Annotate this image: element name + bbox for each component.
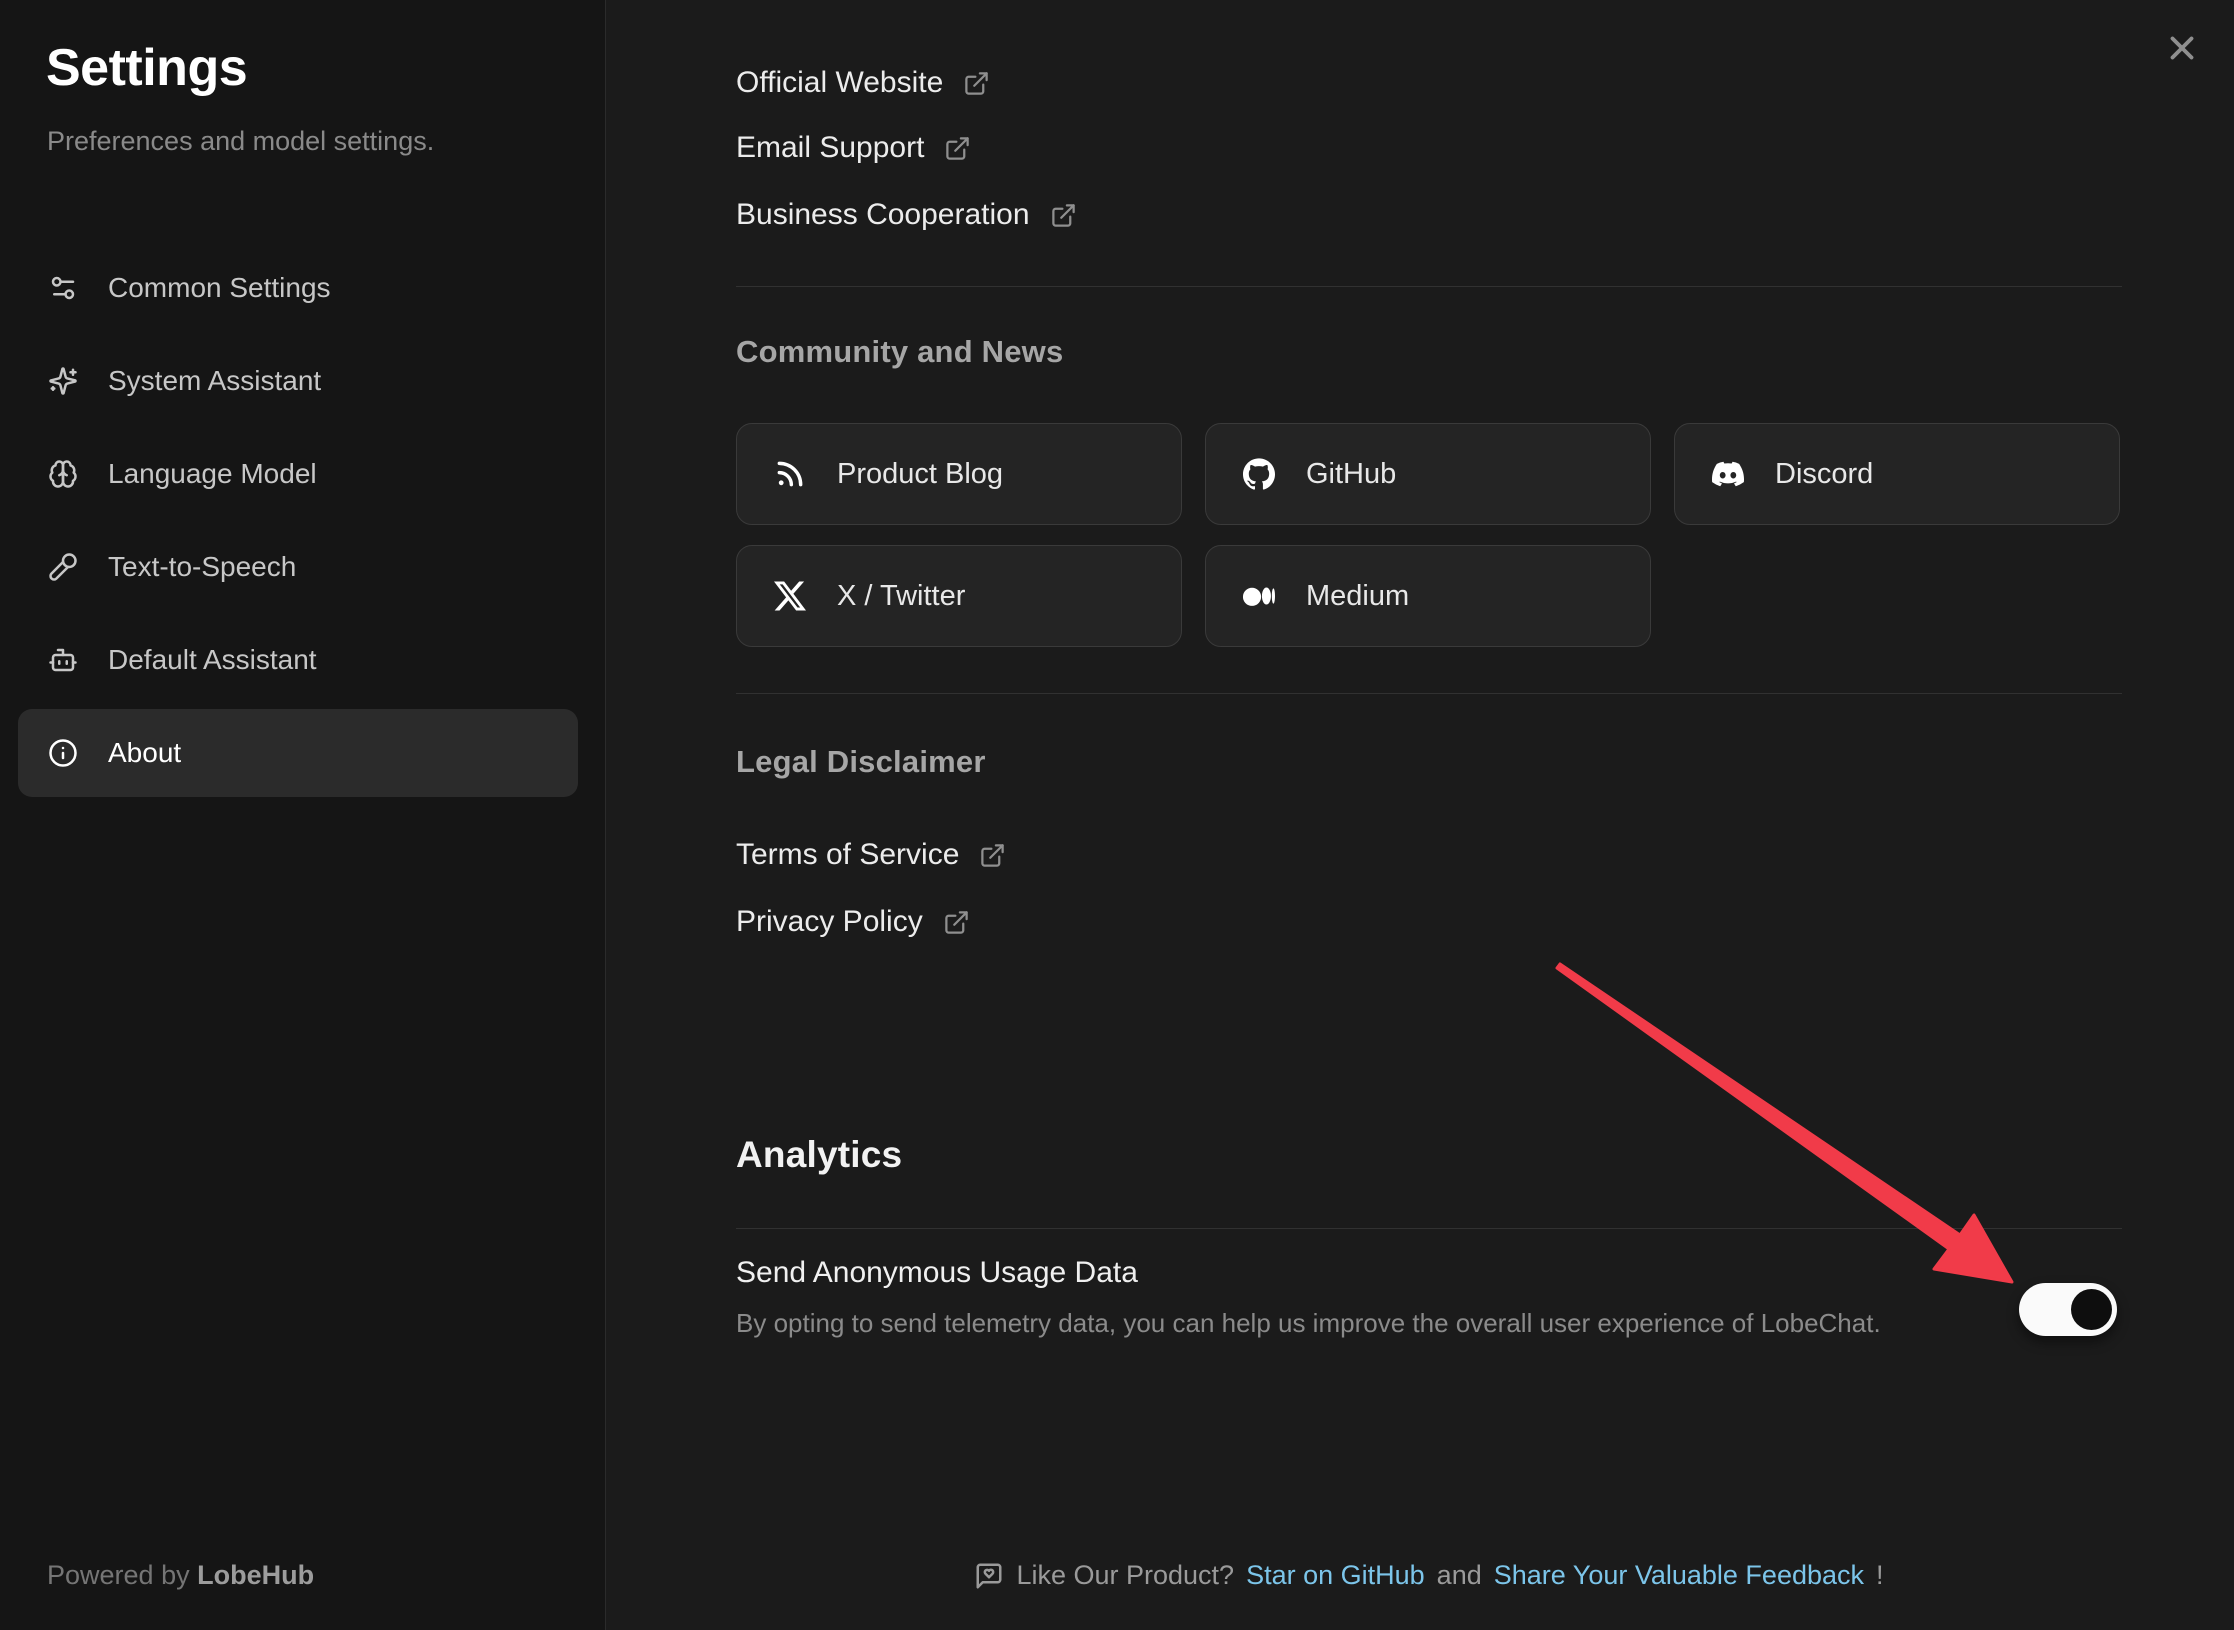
github-button[interactable]: GitHub: [1205, 423, 1651, 525]
link-label: Email Support: [736, 131, 924, 165]
close-button[interactable]: [2160, 26, 2204, 70]
divider: [736, 286, 2122, 287]
discord-button[interactable]: Discord: [1674, 423, 2120, 525]
toggle-knob: [2071, 1289, 2112, 1330]
note-suffix: !: [1876, 1560, 1884, 1591]
sidebar-nav: Common Settings System Assistant Languag…: [18, 244, 578, 802]
sidebar-item-label: About: [108, 737, 181, 769]
settings-modal: Settings Preferences and model settings.…: [0, 0, 2234, 1630]
sidebar-item-system-assistant[interactable]: System Assistant: [18, 337, 578, 425]
legal-disclaimer-title: Legal Disclaimer: [736, 744, 986, 780]
about-content: Contact Us Official Website Email Suppor…: [736, 0, 2122, 1630]
usage-data-label: Send Anonymous Usage Data: [736, 1256, 1138, 1290]
brain-icon: [48, 459, 78, 489]
sidebar-item-label: Text-to-Speech: [108, 551, 296, 583]
button-label: Medium: [1306, 580, 1409, 613]
message-heart-icon: [974, 1561, 1004, 1591]
official-website-link[interactable]: Official Website: [736, 61, 990, 105]
email-support-link[interactable]: Email Support: [736, 126, 971, 170]
contact-us-title: Contact Us: [736, 0, 902, 4]
button-label: GitHub: [1306, 458, 1396, 491]
feedback-note: Like Our Product? Star on GitHub and Sha…: [736, 1560, 2122, 1591]
note-middle: and: [1437, 1560, 1482, 1591]
sidebar-item-label: System Assistant: [108, 365, 321, 397]
terms-of-service-link[interactable]: Terms of Service: [736, 833, 1006, 877]
powered-by-text: Powered by: [47, 1560, 190, 1590]
analytics-title: Analytics: [736, 1134, 902, 1176]
link-label: Official Website: [736, 66, 943, 100]
external-link-icon: [1050, 202, 1077, 229]
about-panel: Contact Us Official Website Email Suppor…: [606, 0, 2234, 1630]
button-label: X / Twitter: [837, 580, 965, 613]
privacy-policy-link[interactable]: Privacy Policy: [736, 900, 970, 944]
product-blog-button[interactable]: Product Blog: [736, 423, 1182, 525]
rss-icon: [773, 457, 807, 491]
sidebar-item-label: Language Model: [108, 458, 317, 490]
close-icon: [2163, 29, 2201, 67]
sidebar-item-language-model[interactable]: Language Model: [18, 430, 578, 518]
lobehub-brand: LobeHub: [197, 1560, 314, 1590]
sidebar-item-about[interactable]: About: [18, 709, 578, 797]
usage-data-toggle[interactable]: [2019, 1283, 2117, 1336]
external-link-icon: [963, 70, 990, 97]
share-feedback-link[interactable]: Share Your Valuable Feedback: [1494, 1560, 1864, 1591]
community-title: Community and News: [736, 334, 1063, 370]
external-link-icon: [979, 842, 1006, 869]
info-icon: [48, 738, 78, 768]
discord-icon: [1711, 457, 1745, 491]
sidebar-item-label: Default Assistant: [108, 644, 317, 676]
x-twitter-icon: [773, 579, 807, 613]
bot-icon: [48, 645, 78, 675]
mic-icon: [48, 552, 78, 582]
sparkles-icon: [48, 366, 78, 396]
link-label: Privacy Policy: [736, 905, 923, 939]
sliders-icon: [48, 273, 78, 303]
usage-data-description: By opting to send telemetry data, you ca…: [736, 1308, 1881, 1339]
external-link-icon: [944, 135, 971, 162]
sidebar-item-common-settings[interactable]: Common Settings: [18, 244, 578, 332]
star-on-github-link[interactable]: Star on GitHub: [1246, 1560, 1425, 1591]
sidebar-item-label: Common Settings: [108, 272, 331, 304]
business-cooperation-link[interactable]: Business Cooperation: [736, 193, 1077, 237]
divider: [736, 693, 2122, 694]
sidebar-item-default-assistant[interactable]: Default Assistant: [18, 616, 578, 704]
divider: [736, 1228, 2122, 1229]
settings-sidebar: Settings Preferences and model settings.…: [0, 0, 606, 1630]
medium-icon: [1242, 579, 1276, 613]
link-label: Terms of Service: [736, 838, 959, 872]
sidebar-item-text-to-speech[interactable]: Text-to-Speech: [18, 523, 578, 611]
powered-by: Powered by LobeHub: [47, 1560, 314, 1591]
page-title: Settings: [46, 38, 247, 98]
note-prefix: Like Our Product?: [1016, 1560, 1234, 1591]
page-subtitle: Preferences and model settings.: [47, 126, 434, 157]
external-link-icon: [943, 909, 970, 936]
x-twitter-button[interactable]: X / Twitter: [736, 545, 1182, 647]
button-label: Discord: [1775, 458, 1873, 491]
medium-button[interactable]: Medium: [1205, 545, 1651, 647]
button-label: Product Blog: [837, 458, 1003, 491]
link-label: Business Cooperation: [736, 198, 1030, 232]
github-icon: [1242, 457, 1276, 491]
